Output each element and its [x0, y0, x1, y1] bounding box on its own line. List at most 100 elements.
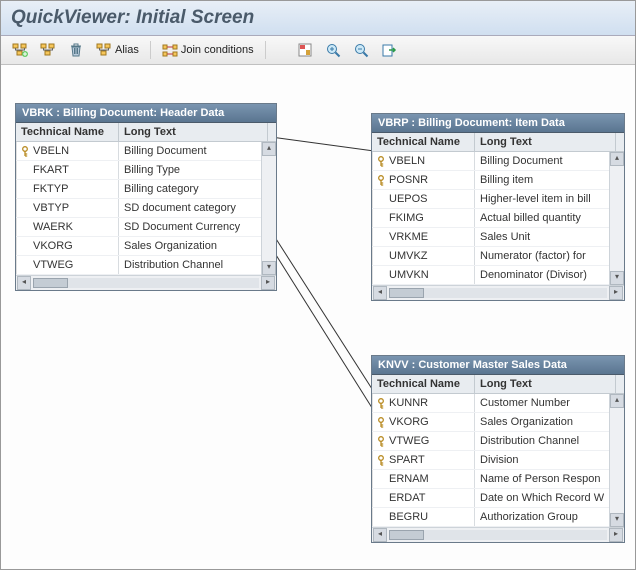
cell-tech: POSNR [372, 171, 475, 189]
title-bar: QuickViewer: Initial Screen [1, 1, 635, 36]
table-row[interactable]: UMVKZNumerator (factor) for [372, 247, 624, 266]
hierarchy-icon [40, 42, 56, 58]
cell-tech: UMVKZ [372, 247, 475, 265]
table-row[interactable]: ERNAMName of Person Respon [372, 470, 624, 489]
cell-long: Billing item [475, 171, 616, 189]
table-row[interactable]: VTWEGDistribution Channel [16, 256, 276, 275]
col-long-header: Long Text [475, 133, 616, 151]
table-row[interactable]: VKORGSales Organization [372, 413, 624, 432]
table-knvv[interactable]: KNVV : Customer Master Sales Data Techni… [371, 355, 625, 543]
join-conditions-button[interactable]: Join conditions [157, 39, 259, 61]
table-row[interactable]: POSNRBilling item [372, 171, 624, 190]
cell-long: SD Document Currency [119, 218, 268, 236]
table-row[interactable]: FKTYPBilling category [16, 180, 276, 199]
cell-long: Billing Type [119, 161, 268, 179]
cell-long: Customer Number [475, 394, 616, 412]
col-long-header: Long Text [119, 123, 268, 141]
cell-tech: UEPOS [372, 190, 475, 208]
table-row[interactable]: KUNNRCustomer Number [372, 394, 624, 413]
table-row[interactable]: VBTYPSD document category [16, 199, 276, 218]
zoom-out-icon [353, 42, 369, 58]
table-row[interactable]: BEGRUAuthorization Group [372, 508, 624, 527]
app-window: QuickViewer: Initial Screen Alias [0, 0, 636, 570]
vertical-scrollbar[interactable]: ▴▾ [609, 152, 624, 285]
cell-tech: SPART [372, 451, 475, 469]
cell-tech: WAERK [16, 218, 119, 236]
table-title: VBRP : Billing Document: Item Data [372, 114, 624, 133]
table-row[interactable]: VTWEGDistribution Channel [372, 432, 624, 451]
table-row[interactable]: FKIMGActual billed quantity [372, 209, 624, 228]
cell-long: Sales Organization [475, 413, 616, 431]
cell-long: Billing category [119, 180, 268, 198]
table-row[interactable]: FKARTBilling Type [16, 161, 276, 180]
trash-icon [68, 42, 84, 58]
workarea[interactable]: VBRK : Billing Document: Header Data Tec… [1, 65, 635, 569]
hierarchy-button[interactable] [35, 39, 61, 61]
cell-tech: VBELN [372, 152, 475, 170]
cell-tech: VTWEG [372, 432, 475, 450]
table-header: Technical Name Long Text [372, 375, 624, 394]
table-row[interactable]: UMVKNDenominator (Divisor) [372, 266, 624, 285]
vertical-scrollbar[interactable]: ▴▾ [609, 394, 624, 527]
zoom-in-icon [325, 42, 341, 58]
hierarchy-alias-icon [96, 42, 112, 58]
export-button[interactable] [376, 39, 402, 61]
table-row[interactable]: SPARTDivision [372, 451, 624, 470]
table-vbrp[interactable]: VBRP : Billing Document: Item Data Techn… [371, 113, 625, 301]
col-tech-header: Technical Name [372, 375, 475, 393]
table-rows: KUNNRCustomer NumberVKORGSales Organizat… [372, 394, 624, 527]
join-icon [162, 42, 178, 58]
cell-long: Division [475, 451, 616, 469]
cell-long: Denominator (Divisor) [475, 266, 616, 284]
table-header: Technical Name Long Text [16, 123, 276, 142]
col-tech-header: Technical Name [16, 123, 119, 141]
cell-tech: BEGRU [372, 508, 475, 526]
cell-tech: UMVKN [372, 266, 475, 284]
cell-tech: KUNNR [372, 394, 475, 412]
table-row[interactable]: WAERKSD Document Currency [16, 218, 276, 237]
horizontal-scrollbar[interactable]: ◂▸ [372, 527, 624, 542]
horizontal-scrollbar[interactable]: ◂▸ [372, 285, 624, 300]
cell-tech: VRKME [372, 228, 475, 246]
export-icon [381, 42, 397, 58]
cell-tech: VTWEG [16, 256, 119, 274]
table-row[interactable]: ERDATDate on Which Record W [372, 489, 624, 508]
table-header: Technical Name Long Text [372, 133, 624, 152]
cell-long: Billing Document [119, 142, 268, 160]
cell-long: Name of Person Respon [475, 470, 616, 488]
cell-long: Distribution Channel [119, 256, 268, 274]
table-row[interactable]: VRKMESales Unit [372, 228, 624, 247]
cell-long: Distribution Channel [475, 432, 616, 450]
table-title: KNVV : Customer Master Sales Data [372, 356, 624, 375]
cell-tech: FKART [16, 161, 119, 179]
alias-button[interactable]: Alias [91, 39, 144, 61]
horizontal-scrollbar[interactable]: ◂▸ [16, 275, 276, 290]
cell-long: Authorization Group [475, 508, 616, 526]
cell-long: Billing Document [475, 152, 616, 170]
table-title: VBRK : Billing Document: Header Data [16, 104, 276, 123]
add-table-button[interactable] [7, 39, 33, 61]
table-row[interactable]: UEPOSHigher-level item in bill [372, 190, 624, 209]
cell-long: Actual billed quantity [475, 209, 616, 227]
zoom-in-button[interactable] [320, 39, 346, 61]
cell-tech: FKTYP [16, 180, 119, 198]
layout-icon [297, 42, 313, 58]
table-row[interactable]: VBELNBilling Document [372, 152, 624, 171]
cell-tech: VKORG [16, 237, 119, 255]
table-rows: VBELNBilling DocumentFKARTBilling TypeFK… [16, 142, 276, 275]
table-rows: VBELNBilling DocumentPOSNRBilling itemUE… [372, 152, 624, 285]
cell-tech: ERDAT [372, 489, 475, 507]
toolbar-separator [150, 41, 151, 59]
toolbar-separator [265, 41, 266, 59]
cell-long: Sales Organization [119, 237, 268, 255]
table-row[interactable]: VKORGSales Organization [16, 237, 276, 256]
zoom-out-button[interactable] [348, 39, 374, 61]
layout-button[interactable] [292, 39, 318, 61]
vertical-scrollbar[interactable]: ▴▾ [261, 142, 276, 275]
table-vbrk[interactable]: VBRK : Billing Document: Header Data Tec… [15, 103, 277, 291]
table-row[interactable]: VBELNBilling Document [16, 142, 276, 161]
col-long-header: Long Text [475, 375, 616, 393]
delete-button[interactable] [63, 39, 89, 61]
cell-long: Date on Which Record W [475, 489, 616, 507]
cell-tech: VBTYP [16, 199, 119, 217]
